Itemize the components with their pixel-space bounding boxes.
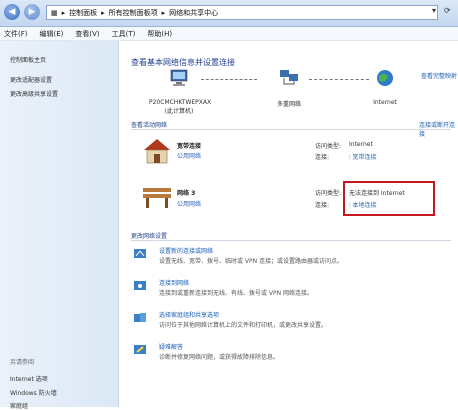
globe-icon — [377, 70, 393, 86]
homegroup-icon — [134, 313, 146, 322]
highlight-box — [343, 181, 435, 216]
sidebar: 控制面板主页 更改适配器设置 更改高级共享设置 另请参阅 Internet 选项… — [0, 41, 119, 410]
task-connect-network-link[interactable]: 连接到网络 — [159, 278, 189, 287]
task-connect-network-desc: 连接到或重新连接到无线、有线、拨号或 VPN 网络连接。 — [159, 290, 314, 297]
menu-help[interactable]: 帮助(H) — [147, 29, 172, 39]
network3-name: 网络 3 — [177, 190, 196, 197]
menu-file[interactable]: 文件(F) — [4, 29, 28, 39]
task-troubleshoot-desc: 诊断并修复网络问题，或获得故障排除信息。 — [159, 354, 280, 361]
broadband-access-label: 访问类型: — [315, 143, 342, 150]
network-node: 多重网络 — [259, 69, 319, 108]
connection-line — [201, 79, 257, 81]
sidebar-internet-options-link[interactable]: Internet 选项 — [10, 374, 48, 383]
troubleshoot-icon — [134, 345, 146, 354]
forward-button[interactable]: ▶ — [24, 4, 40, 20]
back-button[interactable]: ◀ — [4, 4, 20, 20]
internet-label: Internet — [373, 99, 397, 106]
bench-network-icon — [143, 188, 171, 208]
broadband-access-value: Internet — [349, 141, 373, 148]
see-also-heading: 另请参阅 — [10, 359, 35, 366]
address-dropdown-icon[interactable]: ▾ — [432, 6, 436, 15]
breadcrumb-separator-icon: ▸ — [61, 8, 66, 17]
sidebar-home-link[interactable]: 控制面板主页 — [10, 55, 46, 64]
main-panel: 查看基本网络信息并设置连接 查看完整映射 P20CMCHKTWEPXAX (此计… — [119, 41, 458, 407]
task-setup-connection-link[interactable]: 设置新的连接或网络 — [159, 246, 213, 255]
internet-node: Internet — [355, 69, 415, 106]
house-icon — [144, 139, 170, 164]
section-divider — [131, 240, 451, 241]
section-divider — [131, 129, 451, 130]
address-bar-container: ◀ ▶ ▦ ▸ 控制面板 ▸ 所有控制面板项 ▸ 网络和共享中心 ▾ ⟳ — [0, 0, 458, 27]
sidebar-firewall-link[interactable]: Windows 防火墙 — [10, 388, 57, 397]
multiple-networks-icon — [280, 70, 298, 85]
address-bar[interactable]: ▦ ▸ 控制面板 ▸ 所有控制面板项 ▸ 网络和共享中心 — [46, 5, 438, 20]
breadcrumb-all-items[interactable]: 所有控制面板项 — [109, 8, 158, 18]
network3-connection-label: 连接: — [315, 202, 330, 209]
task-troubleshoot-link[interactable]: 疑难解答 — [159, 342, 183, 351]
sidebar-advanced-sharing-link[interactable]: 更改高级共享设置 — [10, 89, 58, 98]
active-networks-heading: 查看活动网络 — [131, 122, 168, 129]
new-connection-icon — [134, 249, 146, 258]
broadband-network-type-link[interactable]: 公用网络 — [177, 151, 201, 160]
broadband-connection-value: 宽带连接 — [352, 154, 377, 161]
computer-subtitle: (此计算机) — [164, 108, 194, 115]
task-setup-connection-desc: 设置无线、宽带、拨号、临时或 VPN 连接；或设置路由器或访问点。 — [159, 258, 344, 265]
task-homegroup-desc: 访问位于其他网络计算机上的文件和打印机，或更改共享设置。 — [159, 322, 328, 329]
refresh-icon[interactable]: ⟳ — [444, 6, 451, 15]
connect-network-icon — [134, 281, 146, 290]
breadcrumb-separator-icon: ▸ — [101, 8, 105, 17]
menu-edit[interactable]: 编辑(E) — [40, 29, 64, 39]
breadcrumb-network-center[interactable]: 网络和共享中心 — [169, 8, 218, 18]
menu-bar: 文件(F) 编辑(E) 查看(V) 工具(T) 帮助(H) — [0, 27, 458, 41]
change-settings-heading: 更改网络设置 — [131, 233, 168, 240]
breadcrumb-control-panel[interactable]: 控制面板 — [69, 8, 97, 18]
network3-network-type-link[interactable]: 公用网络 — [177, 199, 201, 208]
breadcrumb-separator-icon: ▸ — [161, 8, 166, 17]
network3-access-label: 访问类型: — [315, 190, 342, 197]
sidebar-adapter-link[interactable]: 更改适配器设置 — [10, 75, 52, 84]
control-panel-icon: ▦ — [51, 8, 58, 17]
menu-view[interactable]: 查看(V) — [75, 29, 99, 39]
signal-icon: ⫶ — [349, 154, 351, 161]
computer-name: P20CMCHKTWEPXAX — [149, 99, 212, 106]
broadband-connection-label: 连接: — [315, 154, 330, 161]
computer-node: P20CMCHKTWEPXAX (此计算机) — [149, 69, 212, 115]
network-node-label: 多重网络 — [276, 101, 301, 108]
broadband-name: 宽带连接 — [177, 143, 202, 150]
computer-icon — [170, 69, 188, 86]
full-map-link[interactable]: 查看完整映射 — [421, 71, 457, 80]
menu-tools[interactable]: 工具(T) — [112, 29, 136, 39]
broadband-connection-link[interactable]: ⫶ 宽带连接 — [349, 152, 376, 162]
page-title: 查看基本网络信息并设置连接 — [131, 58, 235, 67]
sidebar-homegroup-link[interactable]: 家庭组 — [10, 401, 28, 410]
task-homegroup-link[interactable]: 选择家庭组和共享选项 — [159, 310, 219, 319]
